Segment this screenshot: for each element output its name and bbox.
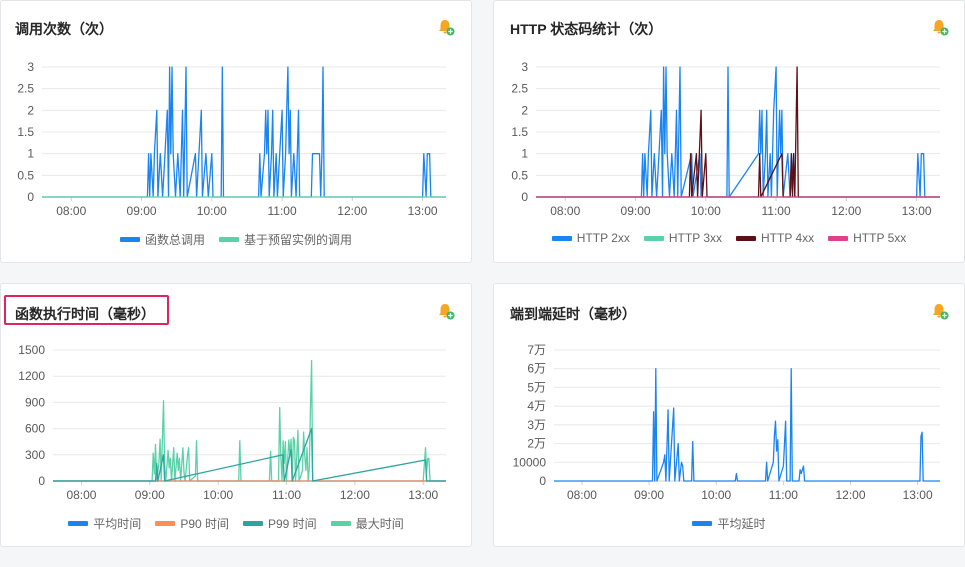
y-tick-label: 3 xyxy=(27,60,34,74)
x-tick-label: 08:00 xyxy=(56,204,86,218)
legend-item[interactable]: P90 时间 xyxy=(155,515,229,532)
x-tick-label: 13:00 xyxy=(408,204,438,218)
x-tick-label: 10:00 xyxy=(197,204,227,218)
x-tick-label: 08:00 xyxy=(567,488,597,502)
y-tick-label: 2万 xyxy=(527,437,546,451)
x-tick-label: 10:00 xyxy=(203,488,233,502)
legend-label: P90 时间 xyxy=(180,517,229,531)
y-tick-label: 4万 xyxy=(527,399,546,413)
series-line xyxy=(53,359,446,482)
x-tick-label: 09:00 xyxy=(127,204,157,218)
legend-swatch xyxy=(330,521,351,526)
legend-label: 平均时间 xyxy=(93,517,142,531)
legend-item[interactable]: P99 时间 xyxy=(243,515,317,532)
x-tick-label: 10:00 xyxy=(701,488,731,502)
http-status-panel: HTTP 状态码统计（次） 0 0.5 1 1.5 2 2.5 3 08:00 09:00 10:… xyxy=(493,0,965,263)
legend-item[interactable]: 平均延时 xyxy=(692,515,766,532)
legend-label: 最大时间 xyxy=(355,517,404,531)
x-tick-label: 13:00 xyxy=(902,204,932,218)
http-status-chart: 0 0.5 1 1.5 2 2.5 3 08:00 09:00 10:00 11:00 12:00 13… xyxy=(511,60,940,218)
y-tick-label: 1 xyxy=(27,147,34,161)
legend-label: 函数总调用 xyxy=(144,233,205,247)
x-tick-label: 11:00 xyxy=(769,488,798,502)
y-tick-label: 7万 xyxy=(527,343,546,357)
legend-item[interactable]: 最大时间 xyxy=(330,515,404,532)
latency-panel: 端到端延时（毫秒） 0 10000 2万 3万 4万 5万 6万 7万 08:00 09:00 10… xyxy=(493,283,965,547)
legend-label: HTTP 5xx xyxy=(853,231,907,245)
y-tick-label: 2.5 xyxy=(511,82,528,96)
y-tick-label: 1.5 xyxy=(17,125,34,139)
x-tick-label: 12:00 xyxy=(835,488,865,502)
y-tick-label: 0.5 xyxy=(17,168,34,182)
x-tick-label: 13:00 xyxy=(903,488,933,502)
y-tick-label: 1.5 xyxy=(511,125,528,139)
chart-legend: 平均时间 P90 时间 P99 时间 最大时间 xyxy=(1,515,471,532)
x-tick-label: 08:00 xyxy=(550,204,580,218)
x-tick-label: 10:00 xyxy=(691,204,721,218)
y-tick-label: 900 xyxy=(25,395,45,409)
legend-swatch xyxy=(243,521,263,526)
legend-label: HTTP 3xx xyxy=(668,231,722,245)
legend-item[interactable]: 基于预留实例的调用 xyxy=(219,231,352,248)
x-tick-label: 08:00 xyxy=(66,488,96,502)
y-tick-label: 1 xyxy=(521,147,528,161)
y-tick-label: 0 xyxy=(539,474,546,488)
legend-item[interactable]: HTTP 5xx xyxy=(828,231,906,245)
legend-label: HTTP 2xx xyxy=(576,231,630,245)
y-tick-label: 2.5 xyxy=(17,82,34,96)
legend-swatch xyxy=(643,235,664,241)
legend-item[interactable]: HTTP 2xx xyxy=(551,231,630,245)
x-tick-label: 12:00 xyxy=(337,204,367,218)
legend-item[interactable]: 平均时间 xyxy=(68,515,141,532)
y-tick-label: 3万 xyxy=(527,418,546,432)
chart-legend: HTTP 2xx HTTP 3xx HTTP 4xx HTTP 5xx xyxy=(494,231,964,245)
x-tick-label: 11:00 xyxy=(272,488,301,502)
legend-swatch xyxy=(155,521,176,526)
invocations-chart: 0 0.5 1 1.5 2 2.5 3 08:00 09:00 10:00 11:00 12:00 13… xyxy=(17,60,446,218)
legend-swatch xyxy=(736,235,756,241)
legend-swatch xyxy=(828,235,849,241)
y-tick-label: 0 xyxy=(521,190,528,204)
y-tick-label: 1200 xyxy=(18,369,45,383)
legend-item[interactable]: HTTP 4xx xyxy=(736,231,814,245)
exec-time-panel: 函数执行时间（毫秒） 0 300 600 900 1200 1500 08:00 09:00 1… xyxy=(0,283,472,547)
x-tick-label: 09:00 xyxy=(634,488,664,502)
x-tick-label: 12:00 xyxy=(831,204,861,218)
exec-time-chart: 0 300 600 900 1200 1500 08:00 09:00 10:00 11:00 12… xyxy=(18,343,446,502)
x-tick-label: 13:00 xyxy=(408,488,438,502)
invocations-panel: 调用次数（次） 0 0.5 1 1.5 2 2.5 3 08:00 09:00 10:00 11:0… xyxy=(0,0,472,263)
y-tick-label: 2 xyxy=(27,103,34,117)
legend-swatch xyxy=(551,235,572,241)
legend-swatch xyxy=(219,237,239,242)
legend-label: 基于预留实例的调用 xyxy=(244,233,353,247)
x-tick-label: 12:00 xyxy=(340,488,370,502)
legend-swatch xyxy=(692,521,713,526)
chart-legend: 函数总调用 基于预留实例的调用 xyxy=(1,231,471,248)
y-tick-label: 3 xyxy=(521,60,528,74)
y-tick-label: 0 xyxy=(38,474,45,488)
y-tick-label: 6万 xyxy=(527,362,546,376)
y-tick-label: 0.5 xyxy=(511,168,528,182)
y-tick-label: 300 xyxy=(25,448,45,462)
y-tick-label: 600 xyxy=(25,422,45,436)
legend-swatch xyxy=(68,521,89,526)
y-tick-label: 0 xyxy=(27,190,34,204)
y-tick-label: 1500 xyxy=(18,343,45,357)
legend-swatch xyxy=(119,237,140,242)
x-tick-label: 11:00 xyxy=(761,204,790,218)
legend-label: P99 时间 xyxy=(268,517,317,531)
x-tick-label: 09:00 xyxy=(135,488,165,502)
legend-label: 平均延时 xyxy=(717,517,766,531)
y-tick-label: 2 xyxy=(521,103,528,117)
x-tick-label: 11:00 xyxy=(267,204,296,218)
latency-chart: 0 10000 2万 3万 4万 5万 6万 7万 08:00 09:00 10:00 11:00 12… xyxy=(513,343,940,502)
chart-legend: 平均延时 xyxy=(494,515,964,532)
legend-item[interactable]: HTTP 3xx xyxy=(643,231,722,245)
y-tick-label: 10000 xyxy=(513,455,547,469)
legend-label: HTTP 4xx xyxy=(761,231,815,245)
y-tick-label: 5万 xyxy=(527,380,546,394)
x-tick-label: 09:00 xyxy=(621,204,651,218)
legend-item[interactable]: 函数总调用 xyxy=(119,231,205,248)
